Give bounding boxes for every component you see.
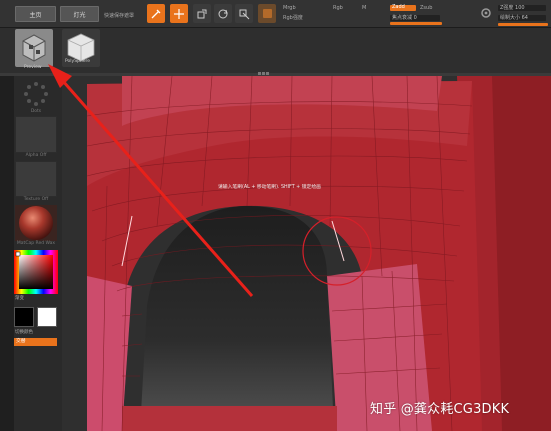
rotate-tool-button[interactable]: [214, 4, 232, 23]
light-button[interactable]: 灯光: [60, 6, 99, 22]
home-button[interactable]: 主页: [15, 6, 56, 22]
alpha-tile[interactable]: [15, 116, 57, 153]
draw-tool-button[interactable]: [147, 4, 165, 23]
draw-size-bar[interactable]: [498, 23, 548, 26]
material-caption: MatCap Red Wax: [16, 241, 56, 246]
edit-icon: [239, 9, 250, 19]
gear-icon[interactable]: [480, 7, 492, 19]
polysphere-label: PolySphere: [65, 59, 91, 64]
z-strength-label: Z强度 100: [500, 5, 525, 11]
primary-color-swatch[interactable]: [14, 307, 34, 327]
rgb-label[interactable]: Rgb: [333, 5, 343, 11]
material-sphere-icon[interactable]: [15, 205, 57, 241]
focal-shift-label: 焦点衰减 0: [392, 15, 417, 21]
focal-shift-slider[interactable]: 焦点衰减 0: [390, 15, 440, 21]
alpha-caption: Alpha Off: [25, 153, 47, 158]
shelf-edge: [0, 76, 14, 431]
switch-color-label[interactable]: 切换颜色: [15, 329, 57, 335]
brush-tooltip: 请输入笔刷(AL + 移动笔刷). SHIFT + 锁定绘画: [218, 185, 321, 190]
zbrush-window: 主页 灯光 快速保存遮罩 Mrgb Rgb强度 Rgb M Zadd Zsub …: [0, 0, 551, 431]
alternate-toggle[interactable]: 交替: [14, 338, 57, 346]
scale-icon: [197, 9, 207, 18]
color-picker[interactable]: [14, 250, 58, 294]
z-intensity-slider[interactable]: Z强度 100: [498, 5, 546, 11]
tool-strip: Preview PolySphere: [0, 28, 551, 76]
gradient-label[interactable]: 渐变: [15, 295, 57, 301]
zadd-label: Zadd: [392, 4, 405, 10]
edit-tool-button[interactable]: [235, 4, 253, 23]
preview-tool-thumb[interactable]: [15, 29, 53, 67]
mrgb-label[interactable]: Mrgb: [283, 5, 296, 11]
z-intensity-bar[interactable]: [390, 22, 442, 25]
draw-size-slider[interactable]: 绘制大小 64: [498, 15, 546, 21]
zadd-toggle[interactable]: Zadd: [390, 4, 416, 11]
canvas-viewport[interactable]: [62, 76, 551, 431]
arch-mesh[interactable]: [62, 76, 551, 431]
watermark-text: 知乎 @龚众耗CG3DKK: [370, 402, 510, 417]
secondary-color-swatch[interactable]: [37, 307, 57, 327]
mrgb-toggle[interactable]: [258, 4, 276, 23]
cube-icon: [22, 34, 46, 62]
scale-tool-button[interactable]: [193, 4, 211, 23]
draw-icon: [151, 9, 161, 18]
move-tool-button[interactable]: [170, 4, 188, 23]
quick-save-label[interactable]: 快速保存遮罩: [104, 12, 134, 19]
move-icon: [174, 8, 184, 19]
preview-label: Preview: [24, 65, 42, 70]
texture-tile[interactable]: [15, 161, 57, 197]
texture-caption: Texture Off: [23, 197, 49, 202]
left-shelf: Dots Alpha Off Texture Off MatCap Red Wa…: [0, 76, 62, 431]
m-label[interactable]: M: [362, 5, 366, 11]
brush-caption: Dots: [30, 109, 42, 114]
rotate-icon: [218, 9, 228, 18]
rgb-strength-label[interactable]: Rgb强度: [283, 14, 303, 21]
zsub-label[interactable]: Zsub: [420, 5, 432, 11]
top-toolbar: 主页 灯光 快速保存遮罩 Mrgb Rgb强度 Rgb M Zadd Zsub …: [0, 0, 551, 28]
draw-size-label: 绘制大小 64: [500, 15, 528, 21]
